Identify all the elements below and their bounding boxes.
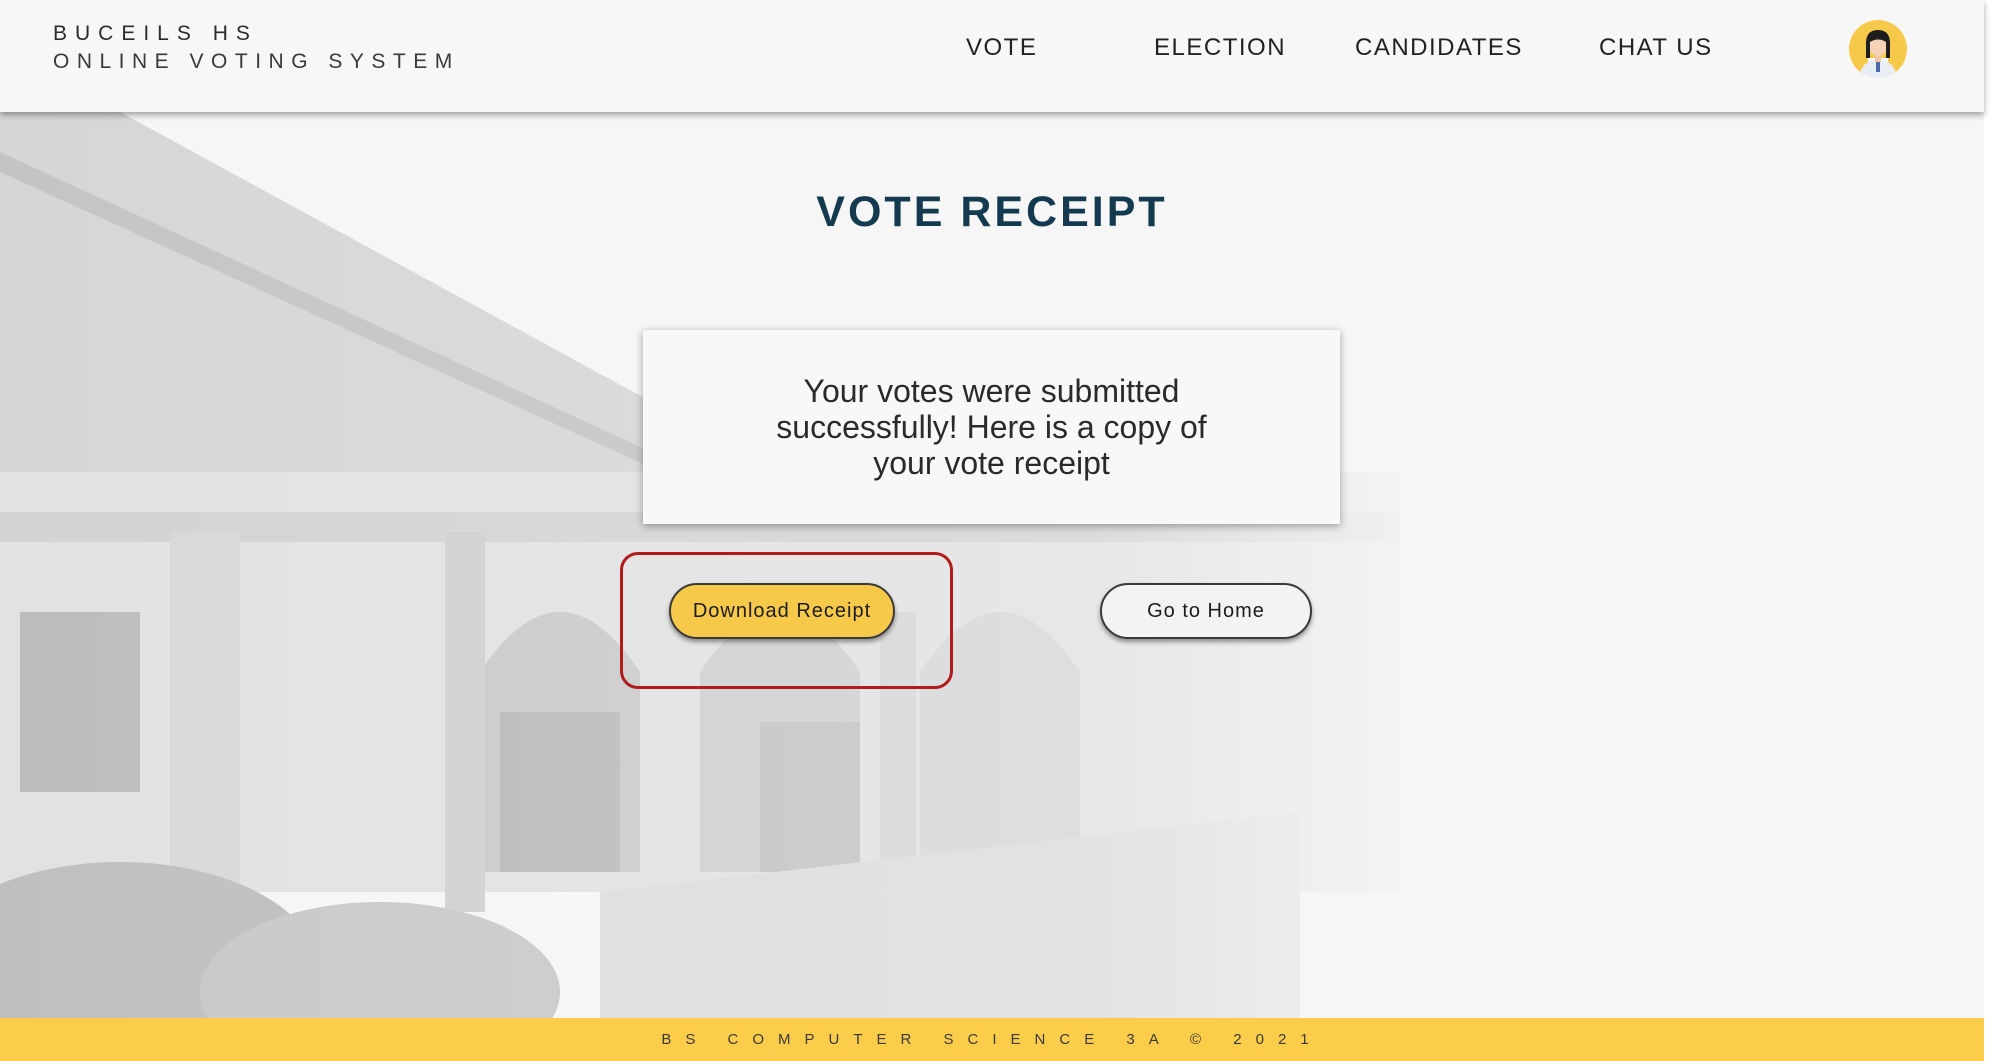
download-receipt-button[interactable]: Download Receipt [669, 583, 895, 639]
brand-logo[interactable]: BUCEILS HS ONLINE VOTING SYSTEM [53, 20, 460, 76]
go-to-home-button[interactable]: Go to Home [1100, 583, 1312, 639]
footer: BS COMPUTER SCIENCE 3A © 2021 [0, 1018, 1984, 1061]
user-avatar-icon[interactable] [1849, 20, 1907, 78]
nav-vote[interactable]: VOTE [966, 34, 1037, 62]
receipt-message-card: Your votes were submitted successfully! … [643, 330, 1340, 524]
footer-text: BS COMPUTER SCIENCE 3A © 2021 [661, 1031, 1323, 1048]
nav-election[interactable]: ELECTION [1154, 34, 1286, 62]
brand-school-name: BUCEILS HS [53, 22, 258, 45]
page: BUCEILS HS ONLINE VOTING SYSTEM VOTE ELE… [0, 0, 2000, 1061]
page-title: VOTE RECEIPT [816, 188, 1168, 236]
scrollbar-track[interactable] [1984, 0, 2000, 1061]
brand-system-name: ONLINE VOTING SYSTEM [53, 50, 460, 73]
top-navbar: BUCEILS HS ONLINE VOTING SYSTEM VOTE ELE… [0, 0, 1984, 112]
nav-candidates[interactable]: CANDIDATES [1355, 34, 1523, 62]
background-image [0, 112, 1984, 1018]
receipt-message: Your votes were submitted successfully! … [776, 373, 1207, 481]
nav-chat-us[interactable]: CHAT US [1599, 34, 1713, 62]
